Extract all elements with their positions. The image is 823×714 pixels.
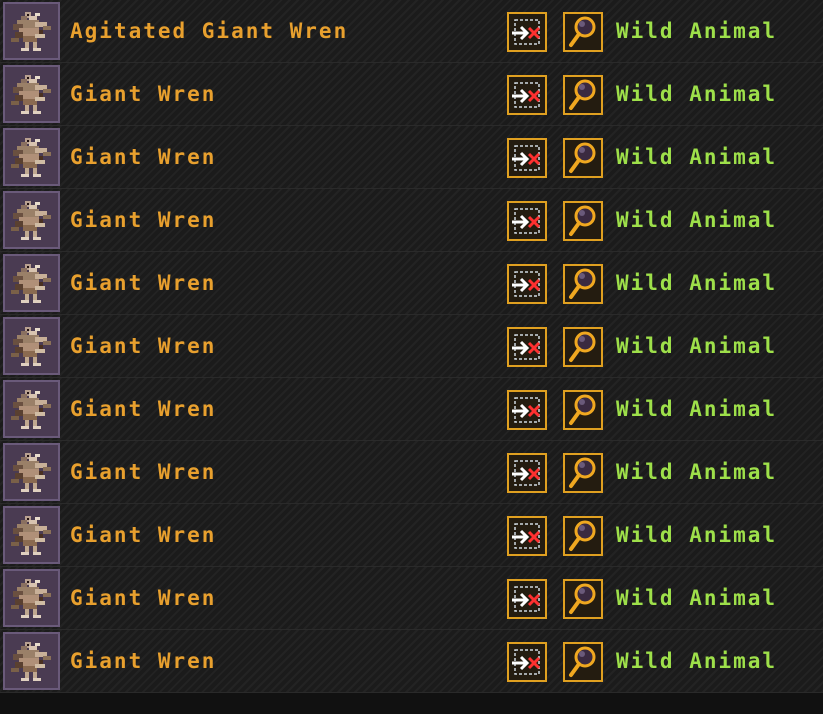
giant-wren-portrait-icon[interactable] [3,2,60,60]
view-creature-button[interactable] [563,390,603,430]
remove-from-list-button[interactable] [507,579,547,619]
giant-wren-portrait-icon[interactable] [3,569,60,627]
giant-wren-portrait-icon[interactable] [3,380,60,438]
remove-from-list-button[interactable] [507,201,547,241]
view-creature-button[interactable] [563,453,603,493]
creature-status: Wild Animal [616,523,778,547]
remove-from-list-icon [512,586,541,612]
creature-name: Giant Wren [70,271,217,295]
creature-status: Wild Animal [616,82,778,106]
giant-wren-portrait-icon[interactable] [3,191,60,249]
view-creature-button[interactable] [563,138,603,178]
creature-name: Giant Wren [70,145,217,169]
giant-wren-portrait-icon[interactable] [3,506,60,564]
giant-wren-portrait-icon[interactable] [3,443,60,501]
creature-status: Wild Animal [616,397,778,421]
view-creature-button[interactable] [563,12,603,52]
giant-wren-portrait-icon[interactable] [3,128,60,186]
remove-from-list-icon [512,208,541,234]
creature-row[interactable]: Giant Wren Wild Animal [0,63,823,126]
creature-status: Wild Animal [616,460,778,484]
view-creature-button[interactable] [563,75,603,115]
creature-status: Wild Animal [616,145,778,169]
creature-name: Giant Wren [70,334,217,358]
view-creature-button[interactable] [563,327,603,367]
magnifier-icon [569,394,596,425]
view-creature-button[interactable] [563,264,603,304]
view-creature-button[interactable] [563,642,603,682]
creature-status: Wild Animal [616,208,778,232]
magnifier-icon [569,331,596,362]
remove-from-list-button[interactable] [507,642,547,682]
creature-name: Giant Wren [70,460,217,484]
remove-from-list-button[interactable] [507,516,547,556]
remove-from-list-icon [512,271,541,297]
remove-from-list-button[interactable] [507,453,547,493]
creature-status: Wild Animal [616,649,778,673]
creature-name: Agitated Giant Wren [70,19,349,43]
creature-list: Agitated Giant Wren Wild Animal Giant Wr… [0,0,823,714]
creature-row[interactable]: Giant Wren Wild Animal [0,378,823,441]
creature-status: Wild Animal [616,19,778,43]
creature-row[interactable]: Giant Wren Wild Animal [0,567,823,630]
creature-row[interactable]: Giant Wren Wild Animal [0,630,823,693]
magnifier-icon [569,583,596,614]
creature-row[interactable]: Giant Wren Wild Animal [0,126,823,189]
creature-row[interactable]: Giant Wren Wild Animal [0,252,823,315]
remove-from-list-icon [512,82,541,108]
creature-name: Giant Wren [70,208,217,232]
remove-from-list-icon [512,145,541,171]
giant-wren-portrait-icon[interactable] [3,317,60,375]
creature-name: Giant Wren [70,523,217,547]
magnifier-icon [569,646,596,677]
magnifier-icon [569,268,596,299]
remove-from-list-button[interactable] [507,138,547,178]
magnifier-icon [569,79,596,110]
creature-name: Giant Wren [70,397,217,421]
creature-status: Wild Animal [616,586,778,610]
magnifier-icon [569,520,596,551]
remove-from-list-icon [512,649,541,675]
magnifier-icon [569,457,596,488]
creature-row[interactable]: Giant Wren Wild Animal [0,315,823,378]
view-creature-button[interactable] [563,516,603,556]
giant-wren-portrait-icon[interactable] [3,254,60,312]
giant-wren-portrait-icon[interactable] [3,632,60,690]
giant-wren-portrait-icon[interactable] [3,65,60,123]
remove-from-list-button[interactable] [507,12,547,52]
remove-from-list-button[interactable] [507,264,547,304]
creature-name: Giant Wren [70,649,217,673]
remove-from-list-icon [512,523,541,549]
creature-row[interactable]: Giant Wren Wild Animal [0,441,823,504]
creature-row[interactable]: Giant Wren Wild Animal [0,504,823,567]
view-creature-button[interactable] [563,579,603,619]
creature-name: Giant Wren [70,82,217,106]
view-creature-button[interactable] [563,201,603,241]
remove-from-list-icon [512,19,541,45]
creature-name: Giant Wren [70,586,217,610]
magnifier-icon [569,16,596,47]
remove-from-list-button[interactable] [507,390,547,430]
creature-status: Wild Animal [616,334,778,358]
remove-from-list-icon [512,334,541,360]
magnifier-icon [569,205,596,236]
remove-from-list-button[interactable] [507,327,547,367]
list-footer [0,693,823,714]
magnifier-icon [569,142,596,173]
creature-row[interactable]: Giant Wren Wild Animal [0,189,823,252]
creature-status: Wild Animal [616,271,778,295]
remove-from-list-button[interactable] [507,75,547,115]
remove-from-list-icon [512,397,541,423]
remove-from-list-icon [512,460,541,486]
creature-row[interactable]: Agitated Giant Wren Wild Animal [0,0,823,63]
